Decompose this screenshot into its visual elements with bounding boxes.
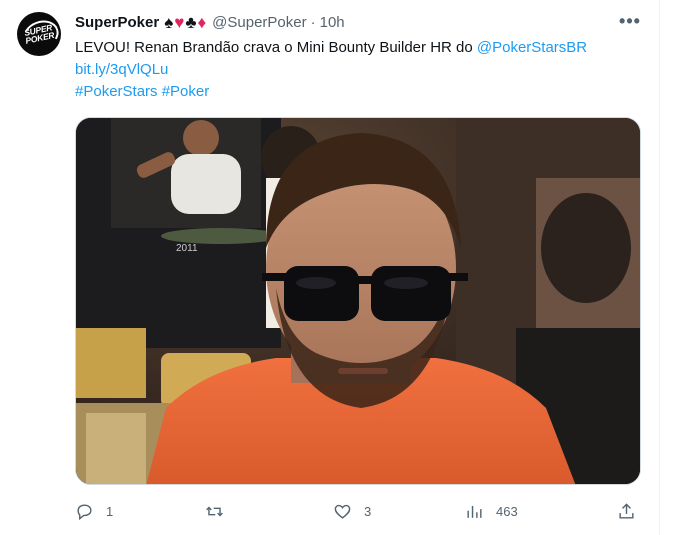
- timestamp[interactable]: 10h: [320, 13, 345, 33]
- tweet-header: SuperPoker ♠ ♥ ♣ ♦ @SuperPoker · 10h: [75, 13, 345, 33]
- name-suits: ♠ ♥ ♣ ♦: [164, 13, 206, 33]
- tweet-text-body: LEVOU! Renan Brandão crava o Mini Bounty…: [75, 39, 477, 56]
- diamond-icon: ♦: [197, 13, 207, 32]
- heart-icon: ♥: [174, 13, 185, 32]
- banner-year-text: 2011: [176, 243, 198, 254]
- mention-link[interactable]: @PokerStarsBR: [477, 39, 587, 56]
- like-button[interactable]: 3: [333, 497, 371, 525]
- separator-dot: ·: [310, 14, 316, 31]
- share-button[interactable]: [617, 497, 636, 525]
- analytics-icon: [467, 505, 482, 518]
- avatar[interactable]: SUPER POKER: [17, 12, 61, 56]
- reply-count: 1: [106, 503, 114, 519]
- reply-icon: [77, 503, 92, 520]
- club-icon: ♣: [185, 13, 197, 32]
- user-handle[interactable]: @SuperPoker: [212, 13, 306, 33]
- more-options-icon[interactable]: •••: [618, 11, 642, 35]
- display-name[interactable]: SuperPoker: [75, 13, 159, 33]
- tweet-photo[interactable]: 2011: [75, 117, 641, 485]
- tweet-actions: 1 3 463: [75, 497, 641, 525]
- tweet-card[interactable]: SUPER POKER SuperPoker ♠ ♥ ♣ ♦ @SuperPok…: [0, 0, 660, 535]
- retweet-icon: [206, 506, 223, 516]
- url-link[interactable]: bit.ly/3qVlQLu: [75, 59, 645, 81]
- spade-icon: ♠: [164, 13, 174, 32]
- tweet-text-line-1: LEVOU! Renan Brandão crava o Mini Bounty…: [75, 37, 645, 59]
- like-count: 3: [364, 503, 372, 519]
- reply-button[interactable]: 1: [75, 497, 113, 525]
- hashtags-link[interactable]: #PokerStars #Poker: [75, 81, 645, 103]
- photo-illustration: 2011: [76, 118, 640, 484]
- tweet-text: LEVOU! Renan Brandão crava o Mini Bounty…: [75, 37, 645, 103]
- heart-outline-icon: [334, 504, 351, 519]
- share-icon: [619, 502, 634, 519]
- views-count: 463: [496, 503, 518, 519]
- views-button[interactable]: 463: [465, 497, 518, 525]
- retweet-button[interactable]: [205, 497, 236, 525]
